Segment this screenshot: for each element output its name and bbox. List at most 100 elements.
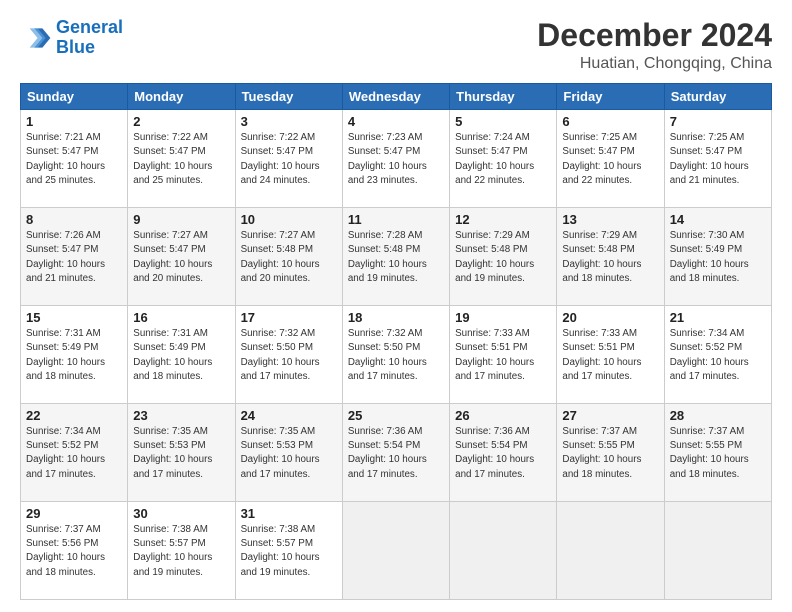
day-info: Sunrise: 7:26 AM Sunset: 5:47 PM Dayligh…: [26, 229, 122, 286]
calendar-cell: 11Sunrise: 7:28 AM Sunset: 5:48 PM Dayli…: [342, 208, 449, 306]
calendar-header-friday: Friday: [557, 84, 664, 110]
calendar-cell: 17 Sunrise: 7:32 AM Sunset: 5:50 PM Dayli…: [235, 306, 342, 404]
logo-text: General Blue: [56, 18, 123, 58]
title-block: December 2024 Huatian, Chongqing, China: [537, 18, 772, 73]
calendar-cell: 14Sunrise: 7:30 AM Sunset: 5:49 PM Dayli…: [664, 208, 771, 306]
day-number: 26: [455, 408, 551, 423]
day-number: 4: [348, 114, 444, 129]
day-number: 19: [455, 310, 551, 325]
calendar-cell: 15 Sunrise: 7:31 AM Sunset: 5:49 PM Dayli…: [21, 306, 128, 404]
logo-icon: [20, 22, 52, 54]
logo-line1: General: [56, 17, 123, 37]
calendar-cell: 5 Sunrise: 7:24 AM Sunset: 5:47 PM Daylig…: [450, 110, 557, 208]
day-info: Sunrise: 7:36 AM Sunset: 5:54 PM Dayligh…: [455, 425, 551, 482]
calendar: SundayMondayTuesdayWednesdayThursdayFrid…: [20, 83, 772, 600]
calendar-header-row: SundayMondayTuesdayWednesdayThursdayFrid…: [21, 84, 772, 110]
calendar-cell: 8 Sunrise: 7:26 AM Sunset: 5:47 PM Daylig…: [21, 208, 128, 306]
day-number: 28: [670, 408, 766, 423]
calendar-cell: 1 Sunrise: 7:21 AM Sunset: 5:47 PM Daylig…: [21, 110, 128, 208]
day-info: Sunrise: 7:30 AM Sunset: 5:49 PM Dayligh…: [670, 229, 766, 286]
calendar-cell: 31 Sunrise: 7:38 AM Sunset: 5:57 PM Dayli…: [235, 502, 342, 600]
day-info: Sunrise: 7:27 AM Sunset: 5:48 PM Dayligh…: [241, 229, 337, 286]
day-number: 16: [133, 310, 229, 325]
day-info: Sunrise: 7:31 AM Sunset: 5:49 PM Dayligh…: [26, 327, 122, 384]
day-number: 1: [26, 114, 122, 129]
calendar-header-wednesday: Wednesday: [342, 84, 449, 110]
calendar-cell: [557, 502, 664, 600]
header: General Blue December 2024 Huatian, Chon…: [20, 18, 772, 73]
day-info: Sunrise: 7:25 AM Sunset: 5:47 PM Dayligh…: [670, 131, 766, 188]
day-number: 5: [455, 114, 551, 129]
day-info: Sunrise: 7:32 AM Sunset: 5:50 PM Dayligh…: [241, 327, 337, 384]
calendar-cell: 25 Sunrise: 7:36 AM Sunset: 5:54 PM Dayli…: [342, 404, 449, 502]
calendar-cell: 13 Sunrise: 7:29 AM Sunset: 5:48 PM Dayli…: [557, 208, 664, 306]
day-info: Sunrise: 7:37 AM Sunset: 5:56 PM Dayligh…: [26, 523, 122, 580]
day-number: 6: [562, 114, 658, 129]
day-info: Sunrise: 7:33 AM Sunset: 5:51 PM Dayligh…: [455, 327, 551, 384]
day-number: 18: [348, 310, 444, 325]
day-number: 31: [241, 506, 337, 521]
day-number: 8: [26, 212, 122, 227]
day-info: Sunrise: 7:34 AM Sunset: 5:52 PM Dayligh…: [26, 425, 122, 482]
calendar-cell: 27 Sunrise: 7:37 AM Sunset: 5:55 PM Dayli…: [557, 404, 664, 502]
day-number: 15: [26, 310, 122, 325]
page: General Blue December 2024 Huatian, Chon…: [0, 0, 792, 612]
calendar-cell: 21Sunrise: 7:34 AM Sunset: 5:52 PM Dayli…: [664, 306, 771, 404]
day-info: Sunrise: 7:37 AM Sunset: 5:55 PM Dayligh…: [562, 425, 658, 482]
day-number: 10: [241, 212, 337, 227]
day-info: Sunrise: 7:29 AM Sunset: 5:48 PM Dayligh…: [562, 229, 658, 286]
calendar-cell: 19 Sunrise: 7:33 AM Sunset: 5:51 PM Dayli…: [450, 306, 557, 404]
day-number: 9: [133, 212, 229, 227]
day-info: Sunrise: 7:22 AM Sunset: 5:47 PM Dayligh…: [133, 131, 229, 188]
day-number: 22: [26, 408, 122, 423]
calendar-week-5: 29 Sunrise: 7:37 AM Sunset: 5:56 PM Dayli…: [21, 502, 772, 600]
calendar-cell: 12Sunrise: 7:29 AM Sunset: 5:48 PM Dayli…: [450, 208, 557, 306]
day-info: Sunrise: 7:29 AM Sunset: 5:48 PM Dayligh…: [455, 229, 551, 286]
day-number: 25: [348, 408, 444, 423]
calendar-week-1: 1 Sunrise: 7:21 AM Sunset: 5:47 PM Daylig…: [21, 110, 772, 208]
day-number: 29: [26, 506, 122, 521]
calendar-week-3: 15 Sunrise: 7:31 AM Sunset: 5:49 PM Dayli…: [21, 306, 772, 404]
location: Huatian, Chongqing, China: [537, 55, 772, 73]
calendar-cell: 22 Sunrise: 7:34 AM Sunset: 5:52 PM Dayli…: [21, 404, 128, 502]
day-number: 7: [670, 114, 766, 129]
day-number: 13: [562, 212, 658, 227]
calendar-cell: 10 Sunrise: 7:27 AM Sunset: 5:48 PM Dayli…: [235, 208, 342, 306]
calendar-cell: 6 Sunrise: 7:25 AM Sunset: 5:47 PM Daylig…: [557, 110, 664, 208]
day-info: Sunrise: 7:33 AM Sunset: 5:51 PM Dayligh…: [562, 327, 658, 384]
day-info: Sunrise: 7:22 AM Sunset: 5:47 PM Dayligh…: [241, 131, 337, 188]
day-info: Sunrise: 7:23 AM Sunset: 5:47 PM Dayligh…: [348, 131, 444, 188]
day-info: Sunrise: 7:38 AM Sunset: 5:57 PM Dayligh…: [133, 523, 229, 580]
calendar-cell: 2 Sunrise: 7:22 AM Sunset: 5:47 PM Daylig…: [128, 110, 235, 208]
calendar-cell: [342, 502, 449, 600]
day-number: 27: [562, 408, 658, 423]
day-number: 2: [133, 114, 229, 129]
calendar-cell: 20 Sunrise: 7:33 AM Sunset: 5:51 PM Dayli…: [557, 306, 664, 404]
day-info: Sunrise: 7:24 AM Sunset: 5:47 PM Dayligh…: [455, 131, 551, 188]
day-info: Sunrise: 7:27 AM Sunset: 5:47 PM Dayligh…: [133, 229, 229, 286]
day-number: 23: [133, 408, 229, 423]
day-number: 11: [348, 212, 444, 227]
calendar-cell: 29 Sunrise: 7:37 AM Sunset: 5:56 PM Dayli…: [21, 502, 128, 600]
logo: General Blue: [20, 18, 123, 58]
calendar-cell: 23Sunrise: 7:35 AM Sunset: 5:53 PM Dayli…: [128, 404, 235, 502]
day-number: 24: [241, 408, 337, 423]
day-info: Sunrise: 7:21 AM Sunset: 5:47 PM Dayligh…: [26, 131, 122, 188]
calendar-header-monday: Monday: [128, 84, 235, 110]
day-info: Sunrise: 7:34 AM Sunset: 5:52 PM Dayligh…: [670, 327, 766, 384]
day-info: Sunrise: 7:25 AM Sunset: 5:47 PM Dayligh…: [562, 131, 658, 188]
day-info: Sunrise: 7:38 AM Sunset: 5:57 PM Dayligh…: [241, 523, 337, 580]
day-number: 20: [562, 310, 658, 325]
calendar-cell: [664, 502, 771, 600]
month-title: December 2024: [537, 18, 772, 53]
calendar-cell: 24 Sunrise: 7:35 AM Sunset: 5:53 PM Dayli…: [235, 404, 342, 502]
calendar-header-saturday: Saturday: [664, 84, 771, 110]
logo-line2: Blue: [56, 37, 95, 57]
calendar-cell: 18Sunrise: 7:32 AM Sunset: 5:50 PM Dayli…: [342, 306, 449, 404]
calendar-cell: 7 Sunrise: 7:25 AM Sunset: 5:47 PM Daylig…: [664, 110, 771, 208]
calendar-cell: [450, 502, 557, 600]
day-info: Sunrise: 7:36 AM Sunset: 5:54 PM Dayligh…: [348, 425, 444, 482]
calendar-cell: 3Sunrise: 7:22 AM Sunset: 5:47 PM Daylig…: [235, 110, 342, 208]
day-number: 17: [241, 310, 337, 325]
day-info: Sunrise: 7:35 AM Sunset: 5:53 PM Dayligh…: [241, 425, 337, 482]
